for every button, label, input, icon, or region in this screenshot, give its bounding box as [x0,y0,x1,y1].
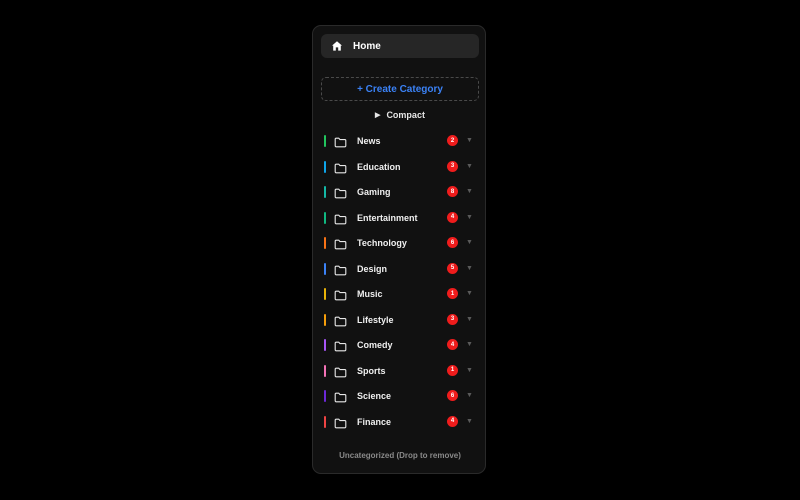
category-color-bar [324,415,326,428]
count-badge: 6 [447,390,458,401]
category-color-bar [324,211,326,224]
folder-icon [334,161,347,173]
count-badge: 3 [447,160,458,172]
category-name: Finance [357,416,392,427]
folder-icon [334,212,347,224]
category-item-technology[interactable]: Technology 6 ▼ [313,230,487,256]
home-label: Home [353,40,381,52]
count-badge: 5 [447,262,458,274]
chevron-down-icon[interactable]: ▼ [466,237,473,249]
chevron-down-icon[interactable]: ▼ [466,288,473,300]
category-name: News [357,136,381,146]
count-badge: 4 [447,211,458,223]
category-item-science[interactable]: Science 6 ▼ [313,383,487,409]
folder-icon [334,314,347,326]
category-color-bar [324,135,326,147]
category-name: Sports [357,365,386,376]
chevron-down-icon[interactable]: ▼ [466,339,473,351]
category-color-bar [324,364,326,377]
folder-icon [334,135,347,148]
folder-icon [334,288,347,301]
category-name: Lifestyle [357,314,394,325]
compact-label: Compact [386,110,425,120]
category-item-design[interactable]: Design 5 ▼ [313,256,487,282]
category-color-bar [324,288,326,300]
category-item-entertainment[interactable]: Entertainment 4 ▼ [313,205,487,231]
category-item-finance[interactable]: Finance 4 ▼ [313,409,487,435]
count-badge: 2 [447,135,458,146]
count-badge: 4 [447,339,458,350]
category-color-bar [324,262,326,275]
folder-icon [334,263,347,275]
category-color-bar [324,186,326,198]
folder-icon [334,339,347,352]
chevron-down-icon[interactable]: ▼ [466,212,473,224]
category-name: Technology [357,238,407,248]
chevron-down-icon[interactable]: ▼ [466,186,473,198]
chevron-down-icon[interactable]: ▼ [466,263,473,275]
category-color-bar [324,313,326,326]
uncategorized-drop-zone[interactable]: Uncategorized (Drop to remove) [313,451,487,460]
compact-toggle[interactable]: ▶ Compact [313,108,487,122]
folder-icon [334,390,347,403]
category-color-bar [324,339,326,351]
create-category-button[interactable]: + Create Category [321,77,479,101]
chevron-down-icon[interactable]: ▼ [466,365,473,377]
chevron-down-icon[interactable]: ▼ [466,135,473,147]
count-badge: 1 [447,364,458,376]
folder-icon [334,237,347,250]
count-badge: 6 [447,237,458,248]
category-item-music[interactable]: Music 1 ▼ [313,281,487,307]
category-name: Education [357,161,401,172]
folder-icon [334,186,347,199]
chevron-down-icon[interactable]: ▼ [466,314,473,326]
count-badge: 1 [447,288,458,299]
category-name: Entertainment [357,212,418,223]
folder-icon [334,365,347,377]
home-icon [331,40,343,52]
category-name: Gaming [357,187,391,197]
category-name: Music [357,289,383,299]
category-sidebar: Home + Create Category ▶ Compact News 2 … [312,25,486,474]
category-name: Comedy [357,340,393,350]
category-color-bar [324,390,326,402]
category-name: Design [357,263,388,274]
chevron-down-icon[interactable]: ▼ [466,390,473,402]
category-color-bar [324,160,326,173]
category-item-gaming[interactable]: Gaming 8 ▼ [313,179,487,205]
triangle-right-icon: ▶ [375,112,381,119]
home-button[interactable]: Home [321,34,479,58]
category-name: Science [357,391,392,401]
count-badge: 8 [447,186,458,197]
category-item-sports[interactable]: Sports 1 ▼ [313,358,487,384]
chevron-down-icon[interactable]: ▼ [466,161,473,173]
folder-icon [334,416,347,428]
category-item-education[interactable]: Education 3 ▼ [313,154,487,180]
category-list: News 2 ▼ Education 3 ▼ Gaming 8 ▼ Entert… [313,128,487,434]
category-item-news[interactable]: News 2 ▼ [313,128,487,154]
category-color-bar [324,237,326,249]
category-item-comedy[interactable]: Comedy 4 ▼ [313,332,487,358]
chevron-down-icon[interactable]: ▼ [466,416,473,428]
category-item-lifestyle[interactable]: Lifestyle 3 ▼ [313,307,487,333]
count-badge: 3 [447,313,458,325]
count-badge: 4 [447,415,458,427]
